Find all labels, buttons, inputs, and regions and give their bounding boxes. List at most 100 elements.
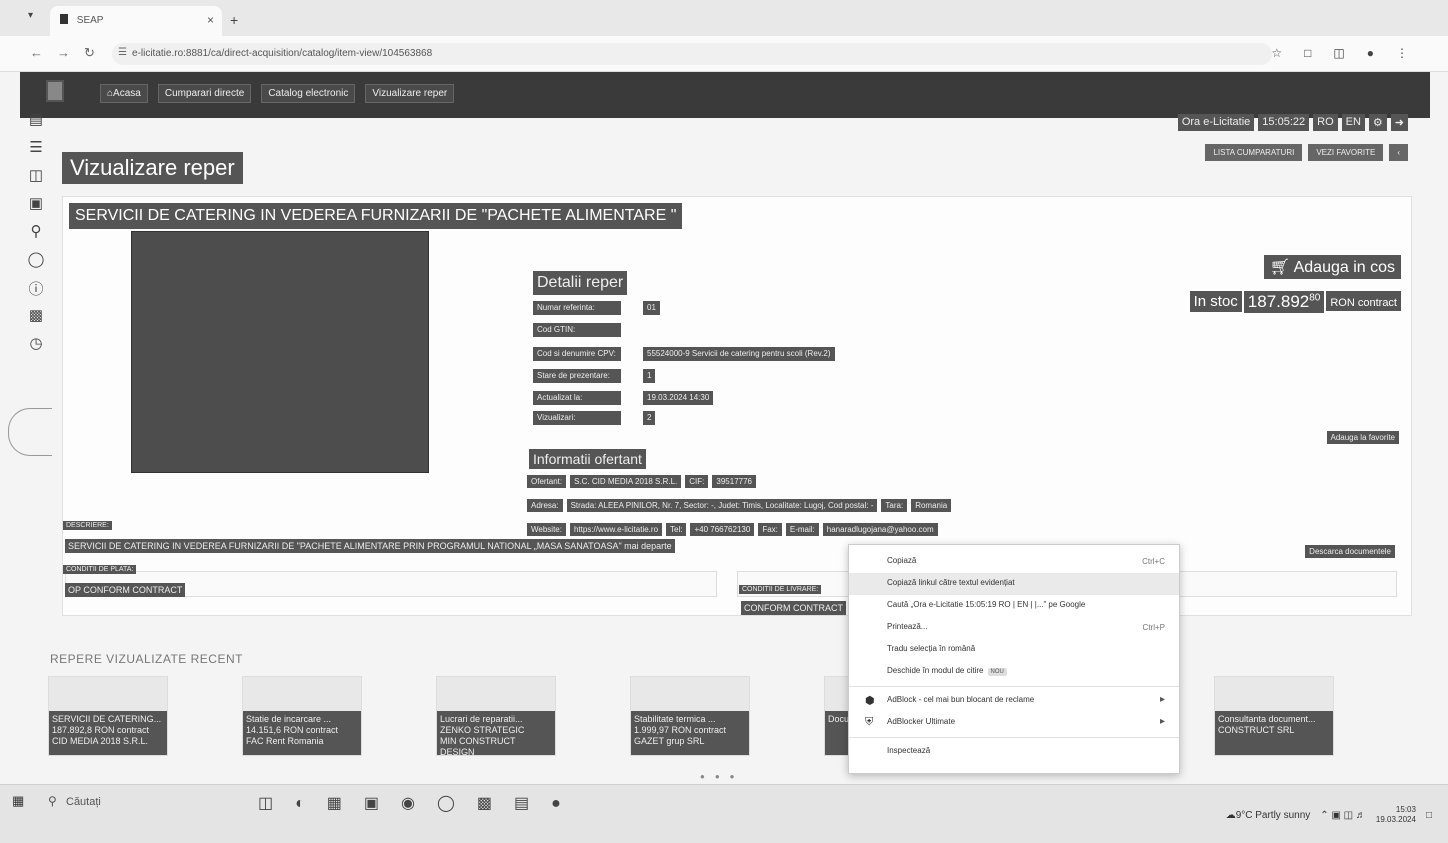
description-value: SERVICII DE CATERING IN VEDEREA FURNIZAR… xyxy=(65,539,675,553)
menu-adblocker-ultimate[interactable]: ⛨ AdBlocker Ultimate ▸ xyxy=(849,712,1179,734)
website-value[interactable]: https://www.e-licitatie.ro xyxy=(569,523,663,536)
shopping-list-button[interactable]: LISTA CUMPARATURI xyxy=(1205,144,1303,161)
logout-icon[interactable]: ➜ xyxy=(1390,114,1408,131)
address-bar-row: ←→↻ ☰ e-licitatie.ro:8881/ca/direct-acqu… xyxy=(0,36,1448,72)
address-label: Adresa: xyxy=(527,499,563,512)
list-icon[interactable]: ☰ xyxy=(20,138,52,166)
recent-card[interactable]: Lucrari de reparatii... ZENKO STRATEGIC … xyxy=(436,676,556,756)
add-to-cart-button[interactable]: 🛒︎ Adauga in cos xyxy=(1263,255,1401,279)
lang-en[interactable]: EN xyxy=(1341,114,1365,131)
seap-logo[interactable] xyxy=(46,80,64,102)
recent-card-caption: Lucrari de reparatii... ZENKO STRATEGIC … xyxy=(437,711,555,755)
crumb-direct-purchases[interactable]: Cumparari directe xyxy=(157,84,252,103)
add-favorite-button[interactable]: Adauga la favorite xyxy=(1326,431,1399,444)
chart-icon[interactable]: ▩ xyxy=(20,306,52,334)
contact-row: Website: https://www.e-licitatie.ro Tel:… xyxy=(527,523,938,536)
detail-label: Numar referinta: xyxy=(533,301,621,315)
description-label: DESCRIERE: xyxy=(63,521,112,530)
lang-ro[interactable]: RO xyxy=(1313,114,1338,131)
url-text: e-licitatie.ro:8881/ca/direct-acquisitio… xyxy=(132,48,433,59)
cif-value: 39517776 xyxy=(712,475,756,488)
detail-row: Actualizat la: 19.03.2024 14:30 xyxy=(533,391,714,405)
recent-card-line2: 1.999,97 RON contract xyxy=(634,725,727,735)
close-tab-icon[interactable]: × xyxy=(207,13,214,27)
website-label: Website: xyxy=(527,523,566,536)
crumb-view-item[interactable]: Vizualizare reper xyxy=(365,84,455,103)
view-favorites-button[interactable]: VEZI FAVORITE xyxy=(1308,144,1384,161)
price-unit: RON contract xyxy=(1326,291,1401,311)
weather-widget[interactable]: 9°C Partly sunny xyxy=(1226,810,1311,821)
recent-card-line3: MIN CONSTRUCT DESIGN xyxy=(440,736,516,755)
in-stock-label: In stoc xyxy=(1189,291,1242,312)
header-buttons: LISTA CUMPARATURI VEZI FAVORITE ‹ xyxy=(1205,144,1408,161)
page-title: Vizualizare reper xyxy=(62,152,243,184)
download-docs-button[interactable]: Descarca documentele xyxy=(1305,545,1395,558)
ofertant-row: Ofertant: S.C. CID MEDIA 2018 S.R.L. CIF… xyxy=(527,475,756,488)
carousel-dots[interactable]: ●●● xyxy=(700,772,745,781)
recent-card[interactable]: Consultanta document... CONSTRUCT SRL xyxy=(1214,676,1334,756)
user-icon[interactable]: ◯ xyxy=(20,250,52,278)
nav-buttons[interactable]: ←→↻ xyxy=(30,45,109,61)
crumb-catalog[interactable]: Catalog electronic xyxy=(261,84,356,103)
recent-card[interactable]: Stabilitate termica ... 1.999,97 RON con… xyxy=(630,676,750,756)
recent-card-title: Statie de incarcare ... xyxy=(246,714,332,724)
recent-card[interactable]: SERVICII DE CATERING... 187.892,8 RON co… xyxy=(48,676,168,756)
recent-card-line3: GAZET grup SRL xyxy=(634,736,705,746)
catalog-icon[interactable]: ▣ xyxy=(20,194,52,222)
crumb-home[interactable]: Acasa xyxy=(100,84,148,103)
breadcrumb: Acasa Cumparari directe Catalog electron… xyxy=(100,84,455,103)
recent-card-title: SERVICII DE CATERING... xyxy=(52,714,162,724)
cif-label: CIF: xyxy=(685,475,709,488)
time-value: 15:05:22 xyxy=(1258,114,1310,131)
document-icon[interactable]: ▤ xyxy=(20,110,52,138)
site-info-icon[interactable]: ☰ xyxy=(118,47,127,58)
new-tab-icon[interactable]: + xyxy=(230,12,238,28)
menu-copy[interactable]: Copiază Ctrl+C xyxy=(849,551,1179,573)
cart-icon[interactable]: ◫ xyxy=(20,166,52,194)
detail-row: Cod GTIN: xyxy=(533,323,621,337)
menu-translate-label: Tradu selecția în română xyxy=(887,644,976,653)
menu-search-google[interactable]: Caută „Ora e-Licitatie 15:05:19 RO | EN … xyxy=(849,595,1179,617)
details-heading: Detalii reper xyxy=(533,271,628,295)
recent-card[interactable]: Statie de incarcare ... 14.151,6 RON con… xyxy=(242,676,362,756)
shield-icon: ⛨ xyxy=(865,716,874,728)
windows-start-icon[interactable]: ▦ xyxy=(12,793,24,809)
notifications-icon[interactable]: □ xyxy=(1426,810,1432,821)
detail-label: Actualizat la: xyxy=(533,391,621,405)
search-user-icon[interactable]: ⚲ xyxy=(20,222,52,250)
scroll-handle[interactable] xyxy=(8,408,52,456)
site-nav: Acasa Cumparari directe Catalog electron… xyxy=(20,72,1430,118)
taskbar-apps[interactable]: ◫◐▦▣◉◯▩▤● xyxy=(258,793,583,813)
clock-icon[interactable]: ◷ xyxy=(20,334,52,362)
menu-inspect-label: Inspectează xyxy=(887,746,931,755)
collapse-icon[interactable]: ‹ xyxy=(1389,144,1408,161)
tray-icons[interactable]: ⌃ ▣ ◫ ♬ xyxy=(1320,810,1366,821)
recent-card-title: Consultanta document... xyxy=(1218,714,1316,724)
menu-reading-mode[interactable]: Deschide în modul de citire NOU xyxy=(849,661,1179,683)
taskbar-clock[interactable]: 15:03 19.03.2024 xyxy=(1376,805,1416,825)
recent-card-caption: Stabilitate termica ... 1.999,97 RON con… xyxy=(631,711,749,755)
settings-icon[interactable]: ⚙ xyxy=(1368,114,1387,131)
system-tray: 9°C Partly sunny ⌃ ▣ ◫ ♬ 15:03 19.03.202… xyxy=(1226,805,1432,825)
info-icon[interactable]: ⓘ xyxy=(20,278,52,306)
taskbar-search[interactable]: ⚲ Căutați xyxy=(44,789,254,817)
menu-adblock-label: AdBlock - cel mai bun blocant de reclame xyxy=(887,695,1035,704)
browser-tab[interactable]: SEAP × xyxy=(50,6,222,36)
tab-list-icon[interactable]: ▾ xyxy=(28,10,33,21)
recent-card-caption: Consultanta document... CONSTRUCT SRL xyxy=(1215,711,1333,755)
menu-copy-link-highlight[interactable]: Copiază linkul către textul evidențiat xyxy=(849,573,1179,595)
menu-print[interactable]: Printează... Ctrl+P xyxy=(849,617,1179,639)
browser-toolbar-icons[interactable]: ☆□◫●⋮ xyxy=(1271,46,1430,60)
menu-translate[interactable]: Tradu selecția în română xyxy=(849,639,1179,661)
menu-adblock[interactable]: ⬢ AdBlock - cel mai bun blocant de reclam… xyxy=(849,690,1179,712)
recent-card-line2: ZENKO STRATEGIC xyxy=(440,725,525,735)
fax-label: Fax: xyxy=(758,523,782,536)
ofertant-label: Ofertant: xyxy=(527,475,567,488)
url-field[interactable]: ☰ e-licitatie.ro:8881/ca/direct-acquisit… xyxy=(112,43,1272,65)
recent-heading: REPERE VIZUALIZATE RECENT xyxy=(50,652,243,666)
country-label: Tara: xyxy=(881,499,908,512)
email-value[interactable]: hanaradlugojana@yahoo.com xyxy=(822,523,938,536)
menu-inspect[interactable]: Inspectează xyxy=(849,741,1179,763)
price-main: 187.892 xyxy=(1247,292,1310,311)
item-title: SERVICII DE CATERING IN VEDEREA FURNIZAR… xyxy=(69,203,683,229)
